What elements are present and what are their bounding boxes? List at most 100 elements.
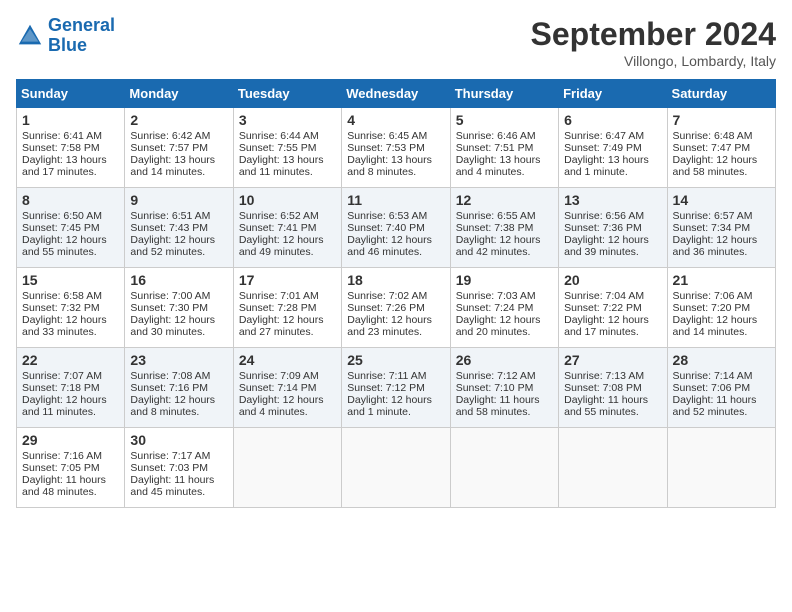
daylight-text: Daylight: 12 hours and 14 minutes. [673, 314, 758, 338]
location: Villongo, Lombardy, Italy [531, 53, 776, 69]
day-number: 21 [673, 272, 770, 288]
daylight-text: Daylight: 12 hours and 42 minutes. [456, 234, 541, 258]
day-number: 7 [673, 112, 770, 128]
daylight-text: Daylight: 12 hours and 49 minutes. [239, 234, 324, 258]
sunrise-text: Sunrise: 6:57 AM [673, 210, 753, 222]
daylight-text: Daylight: 11 hours and 55 minutes. [564, 394, 648, 418]
sunrise-text: Sunrise: 7:01 AM [239, 290, 319, 302]
sunset-text: Sunset: 7:22 PM [564, 302, 642, 314]
day-number: 5 [456, 112, 553, 128]
sunrise-text: Sunrise: 7:06 AM [673, 290, 753, 302]
sunset-text: Sunset: 7:55 PM [239, 142, 317, 154]
sunset-text: Sunset: 7:08 PM [564, 382, 642, 394]
calendar-header-row: SundayMondayTuesdayWednesdayThursdayFrid… [17, 80, 776, 108]
sunrise-text: Sunrise: 6:41 AM [22, 130, 102, 142]
daylight-text: Daylight: 13 hours and 1 minute. [564, 154, 649, 178]
sunrise-text: Sunrise: 7:17 AM [130, 450, 210, 462]
logo-icon [16, 22, 44, 50]
sunset-text: Sunset: 7:49 PM [564, 142, 642, 154]
sunset-text: Sunset: 7:14 PM [239, 382, 317, 394]
sunset-text: Sunset: 7:34 PM [673, 222, 751, 234]
day-number: 23 [130, 352, 227, 368]
calendar-week-row: 8Sunrise: 6:50 AMSunset: 7:45 PMDaylight… [17, 188, 776, 268]
daylight-text: Daylight: 13 hours and 17 minutes. [22, 154, 107, 178]
sunrise-text: Sunrise: 6:53 AM [347, 210, 427, 222]
sunset-text: Sunset: 7:51 PM [456, 142, 534, 154]
sunrise-text: Sunrise: 6:45 AM [347, 130, 427, 142]
calendar-week-row: 1Sunrise: 6:41 AMSunset: 7:58 PMDaylight… [17, 108, 776, 188]
sunrise-text: Sunrise: 6:52 AM [239, 210, 319, 222]
calendar-cell: 28Sunrise: 7:14 AMSunset: 7:06 PMDayligh… [667, 348, 775, 428]
calendar-cell: 20Sunrise: 7:04 AMSunset: 7:22 PMDayligh… [559, 268, 667, 348]
sunset-text: Sunset: 7:16 PM [130, 382, 208, 394]
day-header: Friday [559, 80, 667, 108]
sunrise-text: Sunrise: 6:50 AM [22, 210, 102, 222]
sunrise-text: Sunrise: 7:16 AM [22, 450, 102, 462]
daylight-text: Daylight: 12 hours and 33 minutes. [22, 314, 107, 338]
day-number: 8 [22, 192, 119, 208]
sunrise-text: Sunrise: 7:12 AM [456, 370, 536, 382]
logo-text: GeneralBlue [48, 16, 115, 56]
sunrise-text: Sunrise: 6:42 AM [130, 130, 210, 142]
calendar-cell: 9Sunrise: 6:51 AMSunset: 7:43 PMDaylight… [125, 188, 233, 268]
day-header: Thursday [450, 80, 558, 108]
day-number: 13 [564, 192, 661, 208]
day-header: Saturday [667, 80, 775, 108]
calendar-cell: 23Sunrise: 7:08 AMSunset: 7:16 PMDayligh… [125, 348, 233, 428]
calendar-cell: 1Sunrise: 6:41 AMSunset: 7:58 PMDaylight… [17, 108, 125, 188]
day-number: 10 [239, 192, 336, 208]
daylight-text: Daylight: 12 hours and 27 minutes. [239, 314, 324, 338]
sunset-text: Sunset: 7:41 PM [239, 222, 317, 234]
day-number: 2 [130, 112, 227, 128]
sunset-text: Sunset: 7:10 PM [456, 382, 534, 394]
calendar-week-row: 15Sunrise: 6:58 AMSunset: 7:32 PMDayligh… [17, 268, 776, 348]
daylight-text: Daylight: 12 hours and 20 minutes. [456, 314, 541, 338]
day-number: 3 [239, 112, 336, 128]
day-number: 14 [673, 192, 770, 208]
daylight-text: Daylight: 12 hours and 17 minutes. [564, 314, 649, 338]
sunset-text: Sunset: 7:30 PM [130, 302, 208, 314]
daylight-text: Daylight: 12 hours and 52 minutes. [130, 234, 215, 258]
sunset-text: Sunset: 7:57 PM [130, 142, 208, 154]
calendar-cell: 24Sunrise: 7:09 AMSunset: 7:14 PMDayligh… [233, 348, 341, 428]
calendar-cell [450, 428, 558, 508]
calendar-cell: 25Sunrise: 7:11 AMSunset: 7:12 PMDayligh… [342, 348, 450, 428]
calendar-cell: 16Sunrise: 7:00 AMSunset: 7:30 PMDayligh… [125, 268, 233, 348]
day-number: 29 [22, 432, 119, 448]
calendar-cell [342, 428, 450, 508]
calendar-cell: 2Sunrise: 6:42 AMSunset: 7:57 PMDaylight… [125, 108, 233, 188]
calendar-cell: 4Sunrise: 6:45 AMSunset: 7:53 PMDaylight… [342, 108, 450, 188]
day-number: 22 [22, 352, 119, 368]
calendar-cell: 22Sunrise: 7:07 AMSunset: 7:18 PMDayligh… [17, 348, 125, 428]
calendar-week-row: 22Sunrise: 7:07 AMSunset: 7:18 PMDayligh… [17, 348, 776, 428]
sunrise-text: Sunrise: 7:13 AM [564, 370, 644, 382]
sunset-text: Sunset: 7:40 PM [347, 222, 425, 234]
sunrise-text: Sunrise: 6:51 AM [130, 210, 210, 222]
daylight-text: Daylight: 12 hours and 11 minutes. [22, 394, 107, 418]
daylight-text: Daylight: 12 hours and 36 minutes. [673, 234, 758, 258]
calendar-cell [233, 428, 341, 508]
calendar-cell: 14 Sunrise: 6:57 AMSunset: 7:34 PMDayligh… [667, 188, 775, 268]
day-number: 28 [673, 352, 770, 368]
sunrise-text: Sunrise: 7:09 AM [239, 370, 319, 382]
sunset-text: Sunset: 7:53 PM [347, 142, 425, 154]
daylight-text: Daylight: 12 hours and 30 minutes. [130, 314, 215, 338]
sunrise-text: Sunrise: 6:55 AM [456, 210, 536, 222]
sunrise-text: Sunrise: 7:04 AM [564, 290, 644, 302]
daylight-text: Daylight: 12 hours and 58 minutes. [673, 154, 758, 178]
sunrise-text: Sunrise: 6:58 AM [22, 290, 102, 302]
day-number: 18 [347, 272, 444, 288]
sunset-text: Sunset: 7:38 PM [456, 222, 534, 234]
sunrise-text: Sunrise: 6:44 AM [239, 130, 319, 142]
day-header: Tuesday [233, 80, 341, 108]
page-header: GeneralBlue September 2024 Villongo, Lom… [16, 16, 776, 69]
calendar-body: 1Sunrise: 6:41 AMSunset: 7:58 PMDaylight… [17, 108, 776, 508]
daylight-text: Daylight: 11 hours and 45 minutes. [130, 474, 214, 498]
daylight-text: Daylight: 12 hours and 8 minutes. [130, 394, 215, 418]
calendar-cell: 11Sunrise: 6:53 AMSunset: 7:40 PMDayligh… [342, 188, 450, 268]
calendar-cell: 27Sunrise: 7:13 AMSunset: 7:08 PMDayligh… [559, 348, 667, 428]
daylight-text: Daylight: 12 hours and 1 minute. [347, 394, 432, 418]
day-number: 19 [456, 272, 553, 288]
calendar-cell: 6Sunrise: 6:47 AMSunset: 7:49 PMDaylight… [559, 108, 667, 188]
day-number: 30 [130, 432, 227, 448]
